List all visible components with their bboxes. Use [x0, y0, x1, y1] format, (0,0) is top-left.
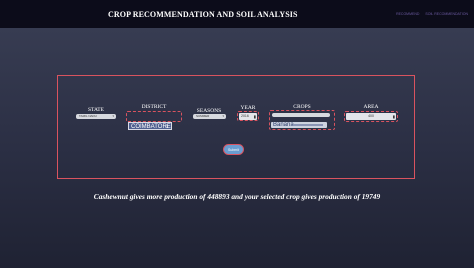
crops-search-input[interactable]	[272, 113, 330, 117]
district-select[interactable]: COIMBATORE ⇕	[128, 122, 172, 130]
state-select[interactable]: TAMIL NADU ▾	[76, 114, 116, 119]
state-label: STATE	[87, 107, 105, 113]
year-select[interactable]: 2016 ▮	[239, 112, 257, 120]
crops-select[interactable]: Banana	[271, 122, 327, 128]
nav-links: RECOMMEND SOIL RECOMMENDATION	[396, 12, 468, 16]
chevron-down-icon: ▾	[222, 114, 224, 118]
spinner-icon: ▮	[392, 114, 395, 119]
state-select-value: TAMIL NADU	[79, 114, 97, 118]
seasons-select[interactable]: SUMMER ▾	[193, 114, 226, 119]
district-dropzone	[126, 111, 182, 122]
spinner-icon: ▮	[253, 113, 256, 119]
area-label: AREA	[363, 104, 379, 110]
page-title: CROP RECOMMENDATION AND SOIL ANALYSIS	[108, 10, 298, 19]
seasons-select-value: SUMMER	[196, 114, 210, 118]
area-input-value: 400	[368, 114, 374, 118]
nav-link-soil-recommendation[interactable]: SOIL RECOMMENDATION	[425, 12, 468, 16]
nav-link-recommend[interactable]: RECOMMEND	[396, 12, 419, 16]
crops-select-value: Banana	[273, 122, 294, 128]
area-input[interactable]: 400 ▮	[346, 113, 396, 120]
chevron-down-icon: ⇕	[165, 124, 169, 129]
navbar: CROP RECOMMENDATION AND SOIL ANALYSIS RE…	[0, 0, 474, 28]
district-label: DISTRICT	[141, 104, 167, 110]
year-select-value: 2016	[241, 113, 249, 118]
crops-select-bar	[293, 124, 323, 126]
prediction-form: STATE TAMIL NADU ▾ DISTRICT COIMBATORE ⇕…	[57, 75, 415, 179]
result-message: Cashewnut gives more production of 44889…	[93, 192, 381, 201]
chevron-down-icon: ▾	[112, 114, 114, 118]
submit-button[interactable]: Submit	[223, 144, 244, 155]
